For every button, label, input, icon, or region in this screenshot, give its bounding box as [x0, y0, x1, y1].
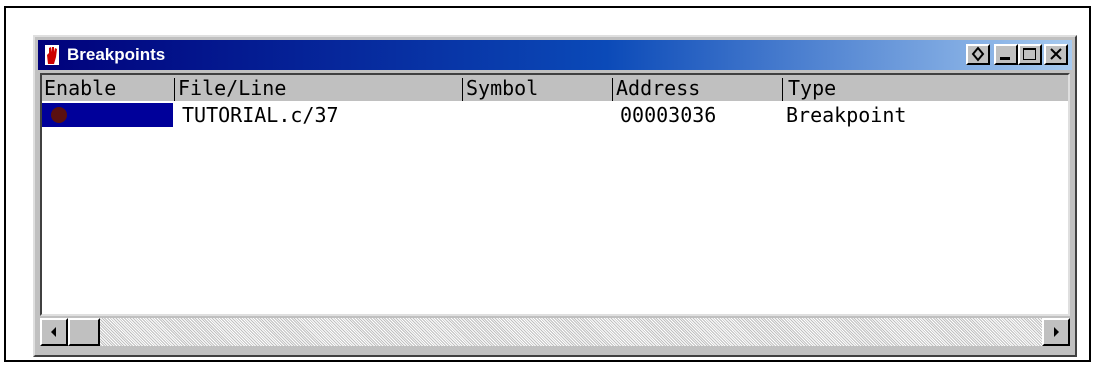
file-line-cell: TUTORIAL.c/37 [182, 103, 339, 127]
arrow-left-icon [51, 327, 56, 337]
hand-stop-icon [45, 45, 59, 65]
maximize-icon [1023, 48, 1036, 60]
column-divider[interactable] [462, 78, 463, 101]
scroll-left-button[interactable] [40, 318, 68, 346]
column-divider[interactable] [612, 78, 613, 101]
breakpoints-window: Breakpoints Enable File/Line Symbol Addr… [33, 35, 1077, 357]
column-header-address[interactable]: Address [616, 75, 700, 101]
column-header-symbol[interactable]: Symbol [466, 75, 538, 101]
breakpoint-enabled-icon[interactable] [51, 107, 67, 123]
breakpoints-list[interactable]: Enable File/Line Symbol Address Type TUT… [40, 73, 1070, 316]
table-row[interactable]: TUTORIAL.c/37 00003036 Breakpoint [42, 102, 1068, 128]
type-cell: Breakpoint [786, 103, 907, 127]
horizontal-scrollbar[interactable] [40, 318, 1070, 346]
column-header-enable[interactable]: Enable [44, 75, 116, 101]
minimize-icon [1000, 57, 1010, 60]
minimize-button[interactable] [994, 44, 1018, 65]
column-header-type[interactable]: Type [788, 75, 836, 101]
close-button[interactable] [1044, 44, 1068, 65]
scroll-right-button[interactable] [1042, 318, 1070, 346]
address-cell: 00003036 [620, 103, 717, 127]
scroll-thumb[interactable] [68, 318, 100, 346]
figure-frame: Breakpoints Enable File/Line Symbol Addr… [4, 6, 1091, 362]
title-bar[interactable]: Breakpoints [38, 40, 1072, 70]
arrow-right-icon [1054, 327, 1059, 337]
column-header-file-line[interactable]: File/Line [178, 75, 286, 101]
list-header: Enable File/Line Symbol Address Type [42, 75, 1068, 101]
column-divider[interactable] [782, 78, 783, 101]
maximize-button[interactable] [1018, 44, 1042, 65]
close-icon [1050, 48, 1062, 60]
restore-button[interactable] [966, 44, 990, 65]
enable-cell[interactable] [42, 103, 173, 127]
column-divider[interactable] [174, 78, 175, 101]
window-title: Breakpoints [67, 45, 166, 64]
restore-icon [971, 46, 985, 62]
